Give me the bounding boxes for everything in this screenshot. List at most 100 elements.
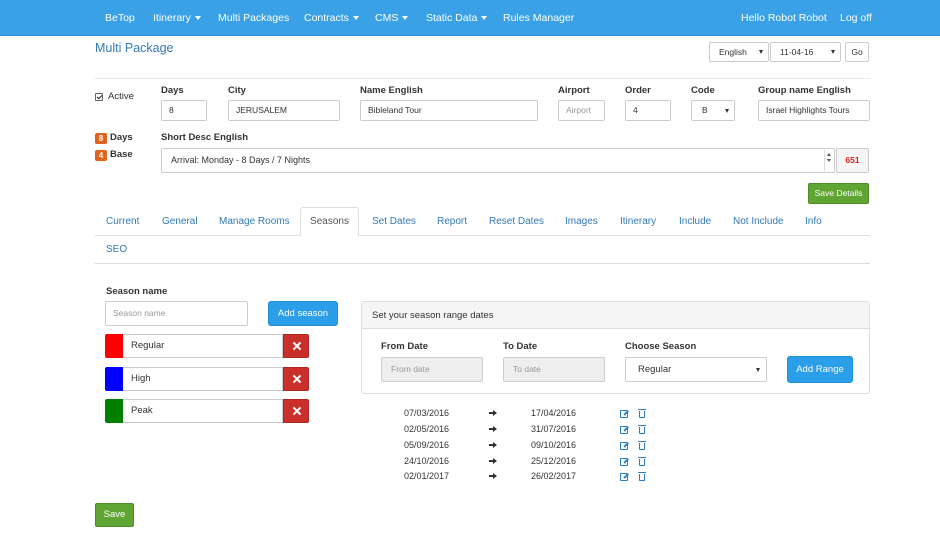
nav-itinerary[interactable]: Itinerary — [153, 0, 201, 36]
order-input[interactable]: 4 — [625, 100, 671, 121]
trash-icon[interactable] — [638, 457, 646, 466]
tab-general[interactable]: General — [162, 216, 198, 227]
arrow-right-icon — [489, 458, 497, 464]
tab-images[interactable]: Images — [565, 216, 598, 227]
tab-reset-dates[interactable]: Reset Dates — [489, 216, 544, 227]
nav-static-data[interactable]: Static Data — [426, 0, 488, 36]
range-from: 02/05/2016 — [404, 424, 450, 434]
caret-down-icon — [831, 50, 835, 54]
scroll-up-icon — [827, 153, 831, 156]
season-name-label: Season name — [106, 286, 168, 297]
short-desc-textarea[interactable]: Arrival: Monday - 8 Days / 7 Nights — [161, 148, 835, 173]
page-title: Multi Package — [95, 41, 174, 55]
city-label: City — [228, 85, 246, 96]
nav-contracts-label: Contracts — [304, 12, 349, 24]
range-from: 24/10/2016 — [404, 456, 450, 466]
range-from: 05/09/2016 — [404, 440, 450, 450]
edit-icon[interactable] — [620, 426, 628, 434]
tab-not-include[interactable]: Not Include — [733, 216, 784, 227]
close-icon — [293, 375, 301, 383]
arrow-right-icon — [489, 442, 497, 448]
tab-seo[interactable]: SEO — [106, 244, 127, 255]
name-english-input[interactable]: Bibleland Tour — [360, 100, 538, 121]
close-icon — [293, 342, 301, 350]
tabs-divider-bottom — [95, 263, 870, 264]
nav-itinerary-label: Itinerary — [153, 12, 191, 24]
nav-multi-packages[interactable]: Multi Packages — [218, 0, 289, 36]
range-to: 09/10/2016 — [531, 440, 577, 450]
caret-down-icon — [481, 16, 488, 21]
edit-icon[interactable] — [620, 442, 628, 450]
delete-season-button[interactable] — [283, 399, 309, 423]
trash-icon[interactable] — [638, 425, 646, 434]
active-checkbox[interactable] — [95, 93, 103, 101]
date-select[interactable]: 11-04-16 — [770, 42, 841, 62]
go-button[interactable]: Go — [845, 42, 869, 62]
season-name-input[interactable]: Season name — [105, 301, 248, 326]
group-name-input[interactable]: Israel Highlights Tours — [758, 100, 870, 121]
order-label: Order — [625, 85, 651, 96]
scroll-down-icon — [827, 159, 831, 162]
tab-report[interactable]: Report — [437, 216, 467, 227]
nav-contracts[interactable]: Contracts — [304, 0, 359, 36]
airport-input[interactable]: Airport — [558, 100, 605, 121]
tab-set-dates[interactable]: Set Dates — [372, 216, 416, 227]
trash-icon[interactable] — [638, 409, 646, 418]
range-from: 02/01/2017 — [404, 471, 450, 481]
user-greeting[interactable]: Hello Robot Robot — [741, 0, 827, 36]
caret-down-icon — [352, 16, 359, 21]
to-date-label: To Date — [503, 341, 538, 352]
days-badge: 8 — [95, 133, 107, 144]
char-counter: 651 — [836, 148, 869, 173]
edit-icon[interactable] — [620, 473, 628, 481]
edit-icon[interactable] — [620, 458, 628, 466]
airport-label: Airport — [558, 85, 590, 96]
choose-season-value: Regular — [638, 364, 672, 375]
short-desc-label: Short Desc English — [161, 132, 249, 143]
city-input[interactable]: JERUSALEM — [228, 100, 340, 121]
days-input[interactable]: 8 — [161, 100, 207, 121]
to-date-input[interactable]: To date — [503, 357, 605, 382]
season-color-swatch — [105, 399, 123, 423]
choose-season-select[interactable]: Regular — [625, 357, 767, 382]
season-item-regular: Regular — [105, 334, 309, 358]
add-season-button[interactable]: Add season — [268, 301, 338, 326]
trash-icon[interactable] — [638, 441, 646, 450]
caret-down-icon — [402, 16, 409, 21]
tabs-divider — [95, 235, 870, 236]
arrow-right-icon — [489, 426, 497, 432]
tab-current[interactable]: Current — [106, 216, 139, 227]
season-color-swatch — [105, 334, 123, 358]
nav-cms-label: CMS — [375, 12, 399, 24]
code-select[interactable]: B — [691, 100, 735, 121]
tab-info[interactable]: Info — [805, 216, 822, 227]
save-details-button[interactable]: Save Details — [808, 183, 869, 204]
tab-include[interactable]: Include — [679, 216, 711, 227]
tab-manage-rooms[interactable]: Manage Rooms — [219, 216, 290, 227]
range-from: 07/03/2016 — [404, 408, 450, 418]
days-label: Days — [161, 85, 184, 96]
tab-itinerary[interactable]: Itinerary — [620, 216, 656, 227]
add-range-button[interactable]: Add Range — [787, 356, 853, 383]
panel-heading: Set your season range dates — [362, 302, 869, 329]
logout-link[interactable]: Log off — [840, 0, 872, 36]
scrollbar-spinner[interactable] — [824, 150, 833, 171]
brand-link[interactable]: BeTop — [105, 0, 135, 36]
top-navbar: BeTop Itinerary Multi Packages Contracts… — [0, 0, 940, 36]
edit-icon[interactable] — [620, 410, 628, 418]
language-select[interactable]: English — [709, 42, 769, 62]
nav-cms[interactable]: CMS — [375, 0, 409, 36]
from-date-input[interactable]: From date — [381, 357, 483, 382]
arrow-right-icon — [489, 473, 497, 479]
delete-season-button[interactable] — [283, 334, 309, 358]
range-to: 31/07/2016 — [531, 424, 577, 434]
days-badge-label: Days — [110, 132, 133, 143]
tab-seasons[interactable]: Seasons — [300, 207, 359, 236]
trash-icon[interactable] — [638, 472, 646, 481]
save-button[interactable]: Save — [95, 503, 134, 527]
delete-season-button[interactable] — [283, 367, 309, 391]
group-name-label: Group name English — [758, 85, 851, 96]
nav-rules-manager[interactable]: Rules Manager — [503, 0, 574, 36]
season-color-swatch — [105, 367, 123, 391]
divider — [95, 78, 870, 79]
